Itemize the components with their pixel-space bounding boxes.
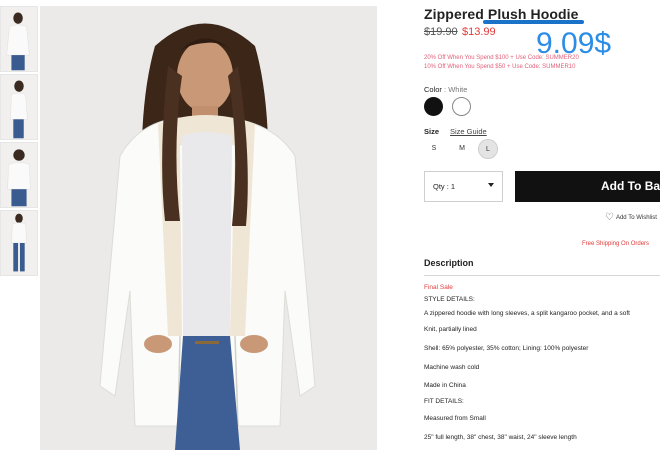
color-separator: : bbox=[444, 85, 447, 94]
promo-line-2: 10% Off When You Spend $50 + Use Code: S… bbox=[424, 64, 576, 70]
add-to-bag-button[interactable]: Add To Bag bbox=[515, 171, 660, 202]
thumbnail-back[interactable] bbox=[0, 142, 38, 208]
size-guide-link[interactable]: Size Guide bbox=[450, 127, 487, 136]
description-line: 25" full length, 38" chest, 38" waist, 2… bbox=[424, 434, 577, 441]
wishlist-label: Add To Wishlist bbox=[615, 215, 657, 221]
description-line: Measured from Small bbox=[424, 415, 486, 422]
size-label: Size bbox=[424, 127, 440, 136]
description-line: Knit, partially lined bbox=[424, 326, 477, 333]
sale-price: $13.99 bbox=[462, 26, 496, 38]
chevron-down-icon bbox=[488, 183, 494, 187]
size-option-s[interactable]: S bbox=[424, 139, 444, 159]
description-line: FIT DETAILS: bbox=[424, 398, 464, 405]
original-price: $19.90 bbox=[424, 26, 458, 38]
description-line: Made in China bbox=[424, 382, 466, 389]
color-selected-value: White bbox=[448, 85, 468, 94]
swatch-black[interactable] bbox=[424, 97, 443, 116]
promo-line-1: 20% Off When You Spend $100 + Use Code: … bbox=[424, 55, 579, 61]
size-option-l[interactable]: L bbox=[478, 139, 498, 159]
description-line: Machine wash cold bbox=[424, 364, 480, 371]
final-sale-label: Final Sale bbox=[424, 284, 453, 291]
quantity-value: Qty : 1 bbox=[433, 182, 456, 191]
product-main-image[interactable] bbox=[40, 6, 377, 450]
quantity-select[interactable]: Qty : 1 bbox=[424, 171, 503, 202]
description-line: Shell: 65% polyester, 35% cotton; Lining… bbox=[424, 345, 589, 352]
heart-icon: ♡ bbox=[605, 212, 614, 223]
free-shipping-note: Free Shipping On Orders bbox=[582, 241, 650, 247]
description-line: STYLE DETAILS: bbox=[424, 296, 475, 303]
size-option-m[interactable]: M bbox=[452, 139, 472, 159]
swatch-white[interactable] bbox=[452, 97, 471, 116]
description-divider bbox=[424, 275, 660, 276]
thumbnail-side[interactable] bbox=[0, 74, 38, 140]
wishlist-link[interactable]: ♡ Add To Wishlist bbox=[605, 212, 657, 223]
thumbnail-full-length[interactable] bbox=[0, 210, 38, 276]
color-label: Color : White bbox=[424, 85, 467, 94]
description-line: A zippered hoodie with long sleeves, a s… bbox=[424, 310, 630, 317]
description-heading[interactable]: Description bbox=[424, 258, 474, 268]
title-highlight-underline bbox=[483, 20, 584, 24]
color-label-text: Color bbox=[424, 85, 442, 94]
thumbnail-front[interactable] bbox=[0, 6, 38, 72]
